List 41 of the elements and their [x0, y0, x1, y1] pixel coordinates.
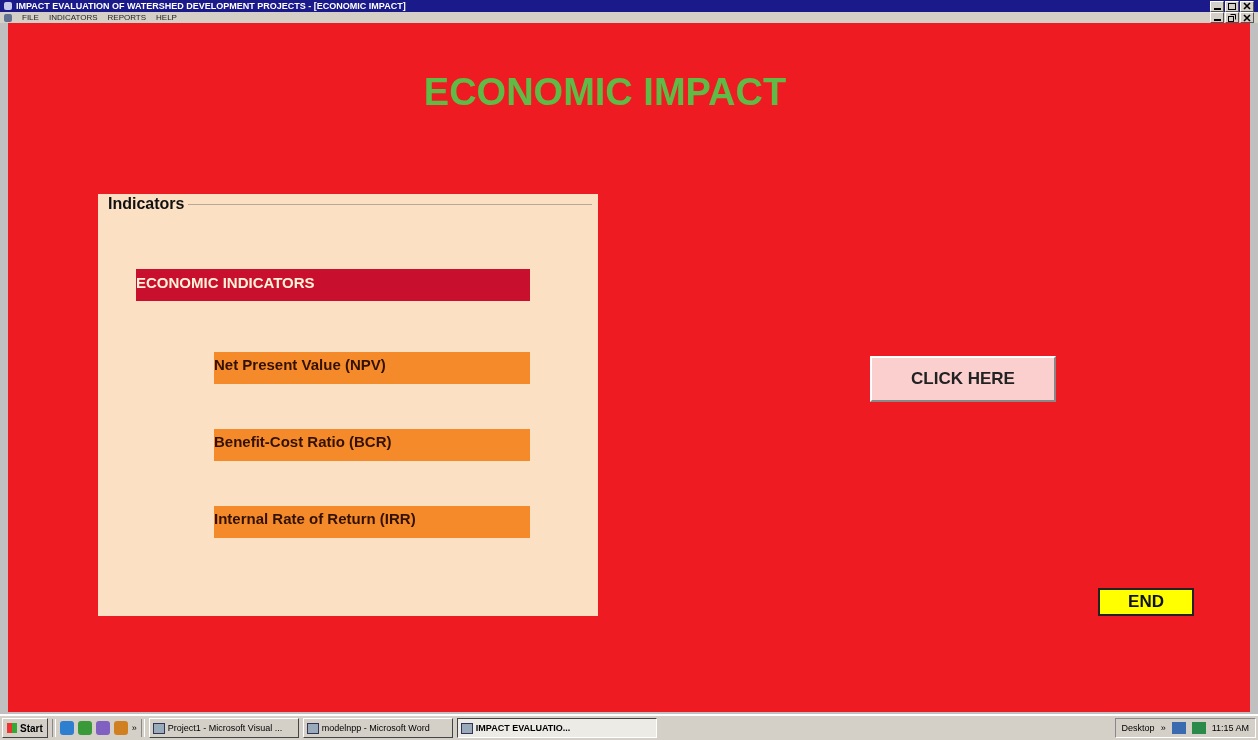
click-here-button[interactable]: CLICK HERE [870, 356, 1056, 402]
restore-button[interactable] [1225, 12, 1239, 23]
economic-indicators-label: ECONOMIC INDICATORS [136, 269, 530, 301]
windows-logo-icon [7, 723, 17, 733]
close-button[interactable] [1240, 12, 1254, 23]
indicator-option[interactable]: Benefit-Cost Ratio (BCR) [214, 429, 530, 461]
more-button[interactable]: » [131, 723, 137, 733]
desktop-toolbar[interactable]: Desktop [1121, 723, 1155, 733]
taskbar-button[interactable]: IMPACT EVALUATIO... [456, 718, 657, 738]
app-icon [4, 2, 12, 10]
minimize-button[interactable] [1210, 12, 1224, 23]
window-icon [460, 722, 473, 734]
window-title: IMPACT EVALUATION OF WATERSHED DEVELOPMENT PROJECTS - [ECONOMIC IMPACT] [16, 1, 406, 11]
quick-launch-icon[interactable] [59, 721, 74, 735]
minimize-icon [1213, 19, 1221, 21]
menu-item[interactable]: REPORTS [107, 13, 147, 22]
clock: 11:15 AM [1211, 723, 1249, 733]
maximize-icon [1227, 2, 1237, 10]
minimize-icon [1213, 7, 1221, 10]
taskbar-button[interactable]: Project1 - Microsoft Visual ... [148, 718, 299, 738]
minimize-button[interactable] [1210, 0, 1224, 12]
window-icon [306, 722, 319, 734]
menu-item[interactable]: INDICATORS [48, 13, 98, 22]
indicator-option[interactable]: Internal Rate of Return (IRR) [214, 506, 530, 538]
more-button[interactable]: » [1160, 723, 1166, 733]
close-icon [1242, 13, 1252, 22]
menu-item[interactable]: HELP [156, 13, 177, 22]
indicator-option[interactable]: Net Present Value (NPV) [214, 352, 530, 384]
quick-launch-icon[interactable] [95, 721, 110, 735]
menu-item[interactable]: FILE [22, 13, 39, 22]
form-heading: ECONOMIC IMPACT [423, 71, 787, 114]
document-icon [4, 13, 12, 22]
start-button[interactable]: Start [2, 718, 48, 738]
taskbar-button[interactable]: modelnpp - Microsoft Word [302, 718, 453, 738]
end-button[interactable]: END [1098, 588, 1194, 616]
window-icon [152, 722, 165, 734]
close-button[interactable] [1240, 0, 1254, 12]
maximize-button[interactable] [1225, 0, 1239, 12]
restore-icon [1227, 13, 1237, 22]
panel-legend: Indicators [108, 195, 185, 213]
close-icon [1242, 2, 1252, 10]
